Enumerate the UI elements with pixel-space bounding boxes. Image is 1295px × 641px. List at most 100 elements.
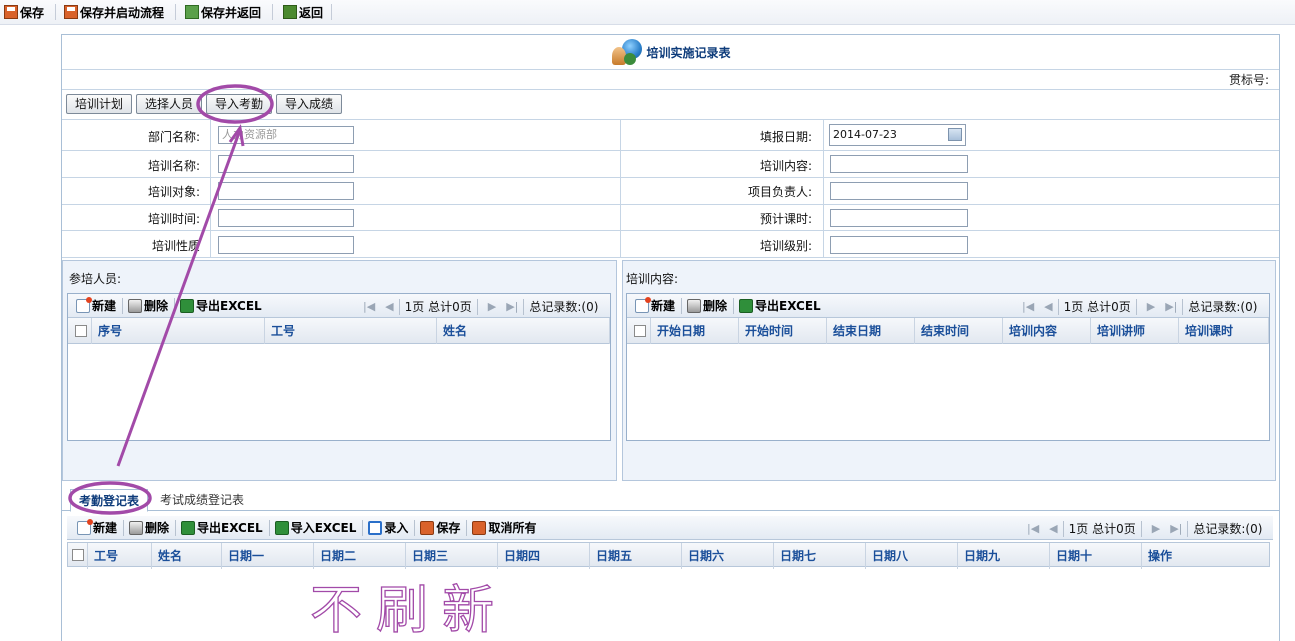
import-excel-button[interactable]: 导入EXCEL [274,519,356,536]
toolbar-divider [362,519,364,536]
content-grid-header: 开始日期 开始时间 结束日期 结束时间 培训内容 培训讲师 培训课时 [627,318,1269,344]
search-icon [368,520,383,535]
column-header[interactable]: 开始时间 [739,318,827,344]
column-header[interactable]: 日期二 [314,543,406,569]
training-time-field[interactable] [218,209,354,227]
column-header[interactable]: 结束日期 [827,318,915,344]
export-excel-button[interactable]: 导出EXCEL [739,297,821,314]
training-level-field[interactable] [830,236,968,254]
new-icon [77,518,93,535]
back-button[interactable]: 返回 [283,1,323,23]
column-header[interactable]: 培训内容 [1003,318,1091,344]
column-header[interactable]: 日期五 [590,543,682,569]
toolbar-divider [272,4,273,20]
column-header[interactable]: 日期十 [1050,543,1142,569]
column-header[interactable]: 日期七 [774,543,866,569]
tab-attendance[interactable]: 考勤登记表 [70,489,149,512]
save-start-flow-button[interactable]: 保存并启动流程 [64,1,164,23]
trash-icon [129,520,144,535]
delete-label: 删除 [145,521,170,535]
toolbar-divider [733,297,735,314]
export-excel-button[interactable]: 导出EXCEL [181,519,263,536]
column-header[interactable]: 开始日期 [651,318,739,344]
import-attendance-button[interactable]: 导入考勤 [206,94,272,114]
toolbar-divider [174,297,176,314]
column-header[interactable]: 姓名 [152,543,222,569]
training-time-label: 培训时间: [147,212,200,226]
toolbar-divider [1062,520,1064,537]
report-date-field[interactable]: 2014-07-23 [829,124,966,146]
save-button[interactable]: 保存 [420,519,460,536]
last-page-icon[interactable]: ▶| [1170,522,1182,535]
calendar-icon[interactable] [948,128,962,141]
first-page-icon[interactable]: |◀ [363,300,375,313]
import-scores-button[interactable]: 导入成绩 [276,94,342,114]
delete-button[interactable]: 删除 [128,297,168,314]
form-fields-table: 部门名称: 人力资源部 培训名称: 培训对象: 培训时间: 培训性质 填报日期:… [62,119,1279,258]
save-return-button[interactable]: 保存并返回 [185,1,261,23]
new-label: 新建 [93,521,118,535]
cancel-icon [472,520,487,535]
delete-button[interactable]: 删除 [687,297,727,314]
new-button[interactable]: 新建 [635,296,675,314]
select-staff-button[interactable]: 选择人员 [136,94,202,114]
record-count: 总记录数:(0) [1193,522,1263,536]
column-header[interactable]: 日期六 [682,543,774,569]
delete-button[interactable]: 删除 [129,519,169,536]
tab-exam-scores[interactable]: 考试成绩登记表 [152,489,252,512]
cancel-all-button[interactable]: 取消所有 [472,519,536,536]
column-header[interactable]: 日期一 [222,543,314,569]
column-header[interactable]: 姓名 [437,318,610,344]
toolbar-divider [123,519,125,536]
first-page-icon[interactable]: |◀ [1022,300,1034,313]
prev-page-icon[interactable]: ◀ [385,300,393,313]
cancel-all-label: 取消所有 [488,521,537,535]
prev-page-icon[interactable]: ◀ [1044,300,1052,313]
next-page-icon[interactable]: ▶ [1147,300,1155,313]
dept-field[interactable]: 人力资源部 [218,126,354,144]
enter-button[interactable]: 录入 [368,519,408,536]
toolbar-divider [681,297,683,314]
column-header[interactable]: 培训讲师 [1091,318,1179,344]
export-excel-button[interactable]: 导出EXCEL [180,297,262,314]
column-header[interactable]: 日期九 [958,543,1050,569]
training-target-field[interactable] [218,182,354,200]
column-header[interactable]: 日期四 [498,543,590,569]
next-page-icon[interactable]: ▶ [488,300,496,313]
column-header[interactable]: 工号 [88,543,152,569]
training-content-grid: 新建 删除 导出EXCEL |◀ ◀ 1页 总计0页 ▶ ▶| 总记录数:(0)… [626,293,1270,441]
toolbar-divider [523,298,525,315]
training-content-field[interactable] [830,155,968,173]
column-header[interactable]: 培训课时 [1179,318,1269,344]
column-header[interactable]: 序号 [92,318,265,344]
training-plan-button[interactable]: 培训计划 [66,94,132,114]
attendance-panel: 新建 删除 导出EXCEL 导入EXCEL 录入 保存 取消所有 |◀ ◀ 1页… [62,512,1279,641]
column-header[interactable]: 工号 [265,318,437,344]
column-header[interactable]: 日期三 [406,543,498,569]
new-button[interactable]: 新建 [76,296,117,314]
column-divider [620,120,621,258]
record-count: 总记录数:(0) [1188,300,1258,314]
last-page-icon[interactable]: ▶| [506,300,518,313]
column-header[interactable]: 结束时间 [915,318,1003,344]
checkbox-column [68,318,92,344]
estimated-hours-field[interactable] [830,209,968,227]
prev-page-icon[interactable]: ◀ [1049,522,1057,535]
training-name-field[interactable] [218,155,354,173]
new-button[interactable]: 新建 [77,518,118,536]
excel-icon [739,298,754,313]
project-owner-field[interactable] [830,182,968,200]
column-header[interactable]: 日期八 [866,543,958,569]
first-page-icon[interactable]: |◀ [1027,522,1039,535]
export-excel-label: 导出EXCEL [197,521,263,535]
training-content-label: 培训内容: [759,159,812,173]
training-nature-field[interactable] [218,236,354,254]
training-name-label: 培训名称: [147,159,200,173]
save-button[interactable]: 保存 [4,1,44,23]
save-label: 保存 [436,521,461,535]
next-page-icon[interactable]: ▶ [1152,522,1160,535]
new-label: 新建 [92,299,117,313]
column-header[interactable]: 操作 [1142,543,1269,569]
last-page-icon[interactable]: ▶| [1165,300,1177,313]
dept-label: 部门名称: [147,130,200,144]
